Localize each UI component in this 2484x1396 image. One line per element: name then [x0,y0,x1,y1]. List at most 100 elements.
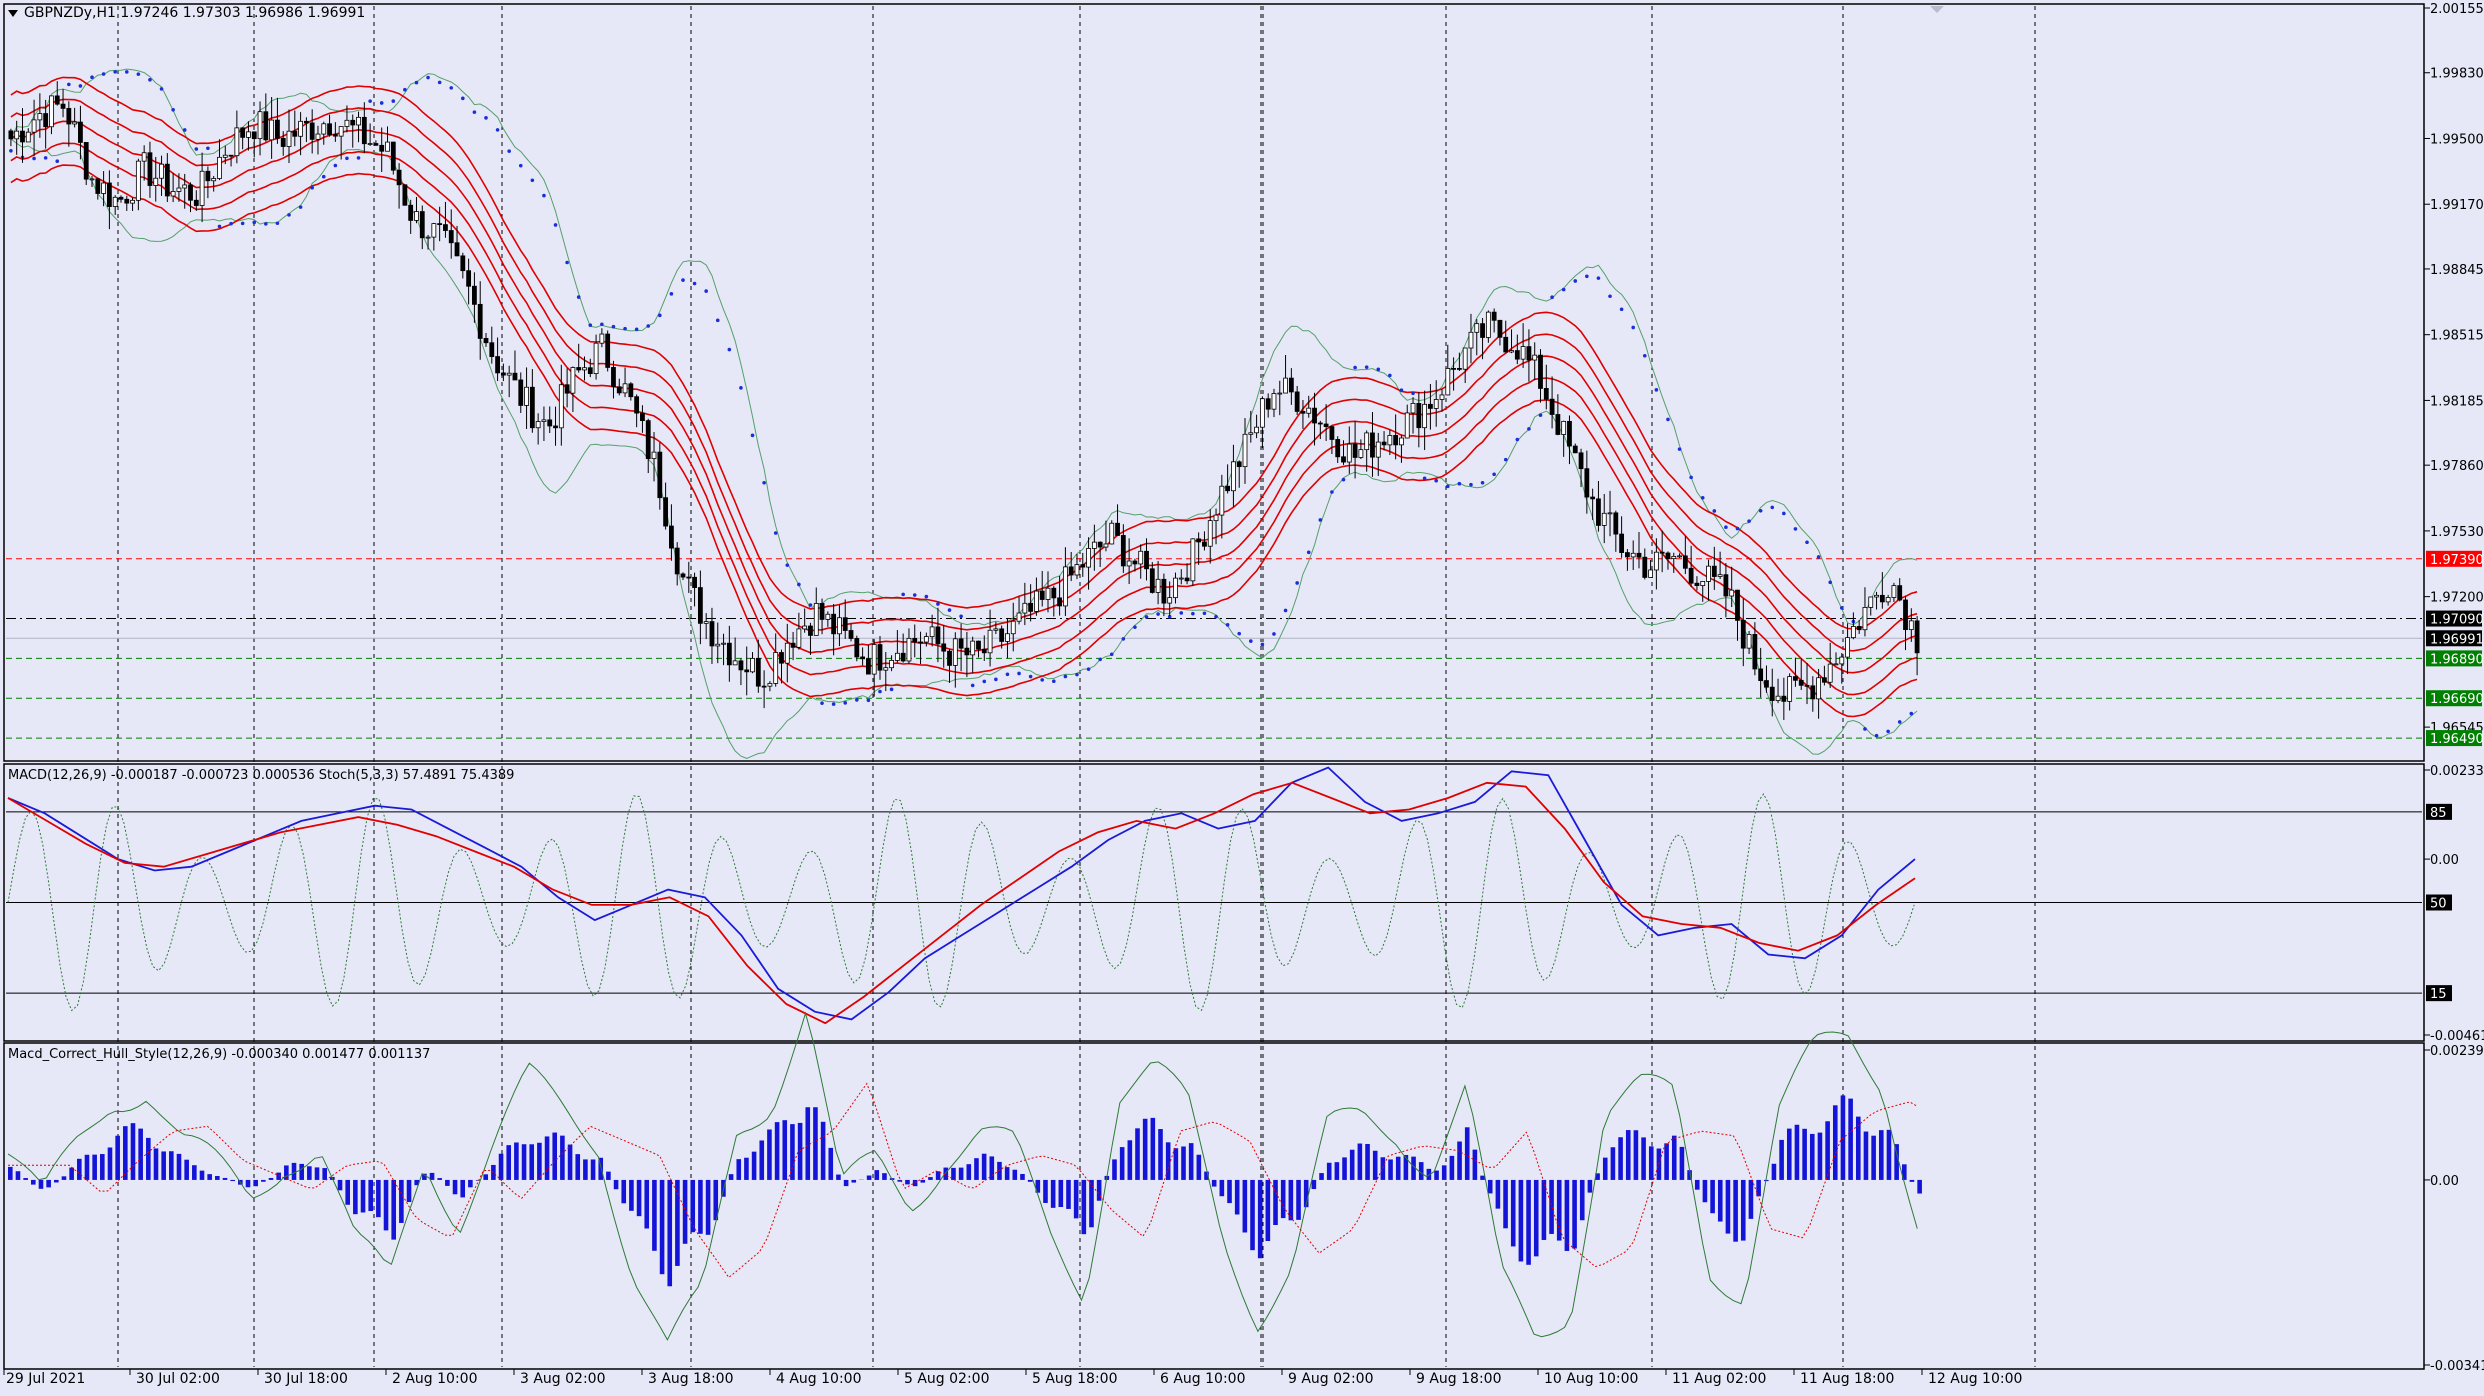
sar-dot [1503,457,1508,462]
candle-down [1538,354,1543,389]
candle-down [1236,461,1242,468]
hull-histogram-bar [284,1165,289,1180]
candle-up [1045,587,1051,600]
hull-histogram-bar [307,1166,312,1180]
hull-histogram-bar [1349,1149,1355,1180]
candle-up [298,120,303,137]
candle-down [1451,367,1456,370]
hull-histogram-bar [460,1179,466,1198]
hull-histogram-bar [1625,1130,1631,1180]
candle-up [1874,594,1879,598]
candle-up [1532,354,1538,361]
candle-down [1480,323,1485,338]
price-label: 1.99830 [2430,67,2484,82]
candle-down [327,123,332,135]
sar-dot [1909,711,1914,716]
hull-histogram-bar [851,1179,857,1183]
hull-histogram-bar [1533,1179,1539,1257]
hull-histogram-bar [866,1175,872,1180]
candle-down [193,199,199,206]
candle-up [321,123,327,135]
sar-dot [507,149,511,153]
sar-dot [1422,476,1427,481]
sar-dot [901,592,905,597]
time-label: 3 Aug 18:00 [648,1371,734,1387]
candle-down [1491,311,1497,321]
sar-dot [530,178,535,183]
sar-dot [658,313,662,318]
candle-down [263,111,269,141]
hull-histogram-bar [1886,1129,1892,1180]
hull-histogram-bar [1441,1165,1447,1180]
candle-down [1590,496,1596,500]
candle-down [1068,566,1074,576]
sar-dot [1156,612,1160,616]
candle-down [303,120,309,124]
hull-histogram-bar [1510,1179,1516,1247]
candle-up [1306,407,1312,414]
candle-down [443,224,448,231]
price-label: 2.00155 [2430,2,2484,17]
sar-dot [1897,720,1902,724]
candle-down [78,121,83,143]
price-label: 1.98515 [2430,329,2484,344]
sar-dot [345,156,349,161]
hull-histogram-bar [675,1179,680,1266]
hull-histogram-bar [1832,1105,1838,1180]
hull-histogram-bar [215,1176,220,1180]
hull-histogram-bar [291,1162,297,1180]
hull-macd-panel[interactable] [3,1042,2425,1370]
hull-histogram-bar [1894,1144,1899,1180]
main-price-panel[interactable] [3,3,2425,762]
trading-chart[interactable]: GBPNZDy,H1 1.97246 1.97303 1.96986 1.969… [0,0,2484,1396]
sar-dot [1712,509,1717,513]
candle-up [1862,607,1868,631]
hull-histogram-bar [1388,1159,1393,1180]
hull-histogram-bar [529,1144,535,1180]
sar-dot [356,156,361,160]
hull-histogram-bar [1725,1179,1731,1234]
candle-down [460,255,466,272]
candle-up [1138,550,1144,565]
candle-down [402,184,408,206]
price-level-text: 1.97390 [2430,553,2484,568]
candle-up [883,667,889,671]
candle-up [1422,403,1428,429]
sar-dot [576,295,581,299]
hull-histogram-bar [169,1151,174,1180]
candle-down [1120,535,1126,567]
candle-down [1341,456,1346,463]
candle-up [246,131,251,138]
candle-down [124,198,130,204]
candle-up [1509,350,1514,353]
candle-down [228,154,234,157]
candle-up [385,141,390,152]
hull-histogram-bar [92,1154,97,1180]
hull-histogram-bar [544,1136,550,1180]
hull-histogram-bar [1395,1156,1401,1180]
hull-histogram-bar [437,1178,443,1180]
candle-down [976,640,981,650]
hull-histogram-bar [736,1159,742,1180]
candle-down [43,113,49,128]
sar-dot [1249,639,1253,643]
hull-histogram-bar [1112,1159,1117,1180]
hull-histogram-bar [299,1163,304,1180]
sar-dot [1260,642,1265,647]
candle-down [1740,619,1746,649]
candle-down [1625,552,1630,558]
sar-dot [495,128,500,132]
sar-dot [1330,490,1334,494]
sar-dot [750,433,755,438]
candle-up [431,223,437,238]
sar-dot [820,701,824,705]
hull-histogram-bar [1027,1179,1033,1182]
candle-down [1352,443,1358,458]
hull-histogram-bar [1779,1139,1784,1180]
candle-up [1248,432,1254,435]
sar-dot [1121,637,1126,641]
candle-up [1086,548,1091,568]
hull-histogram-bar [805,1107,811,1180]
candle-down [1503,336,1509,353]
hull-histogram-bar [100,1154,105,1180]
